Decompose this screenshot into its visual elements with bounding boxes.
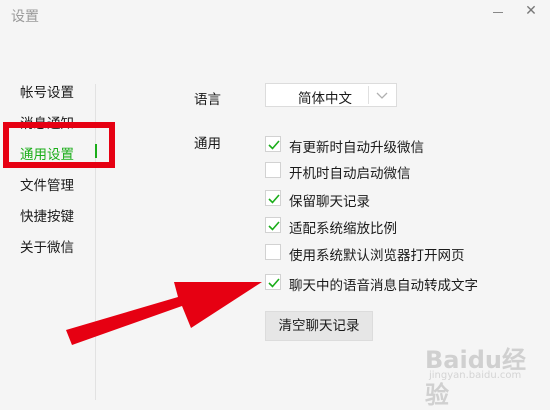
watermark: Baidu经验 jingyan.baidu.com [425, 340, 535, 409]
watermark-url: jingyan.baidu.com [429, 370, 522, 381]
